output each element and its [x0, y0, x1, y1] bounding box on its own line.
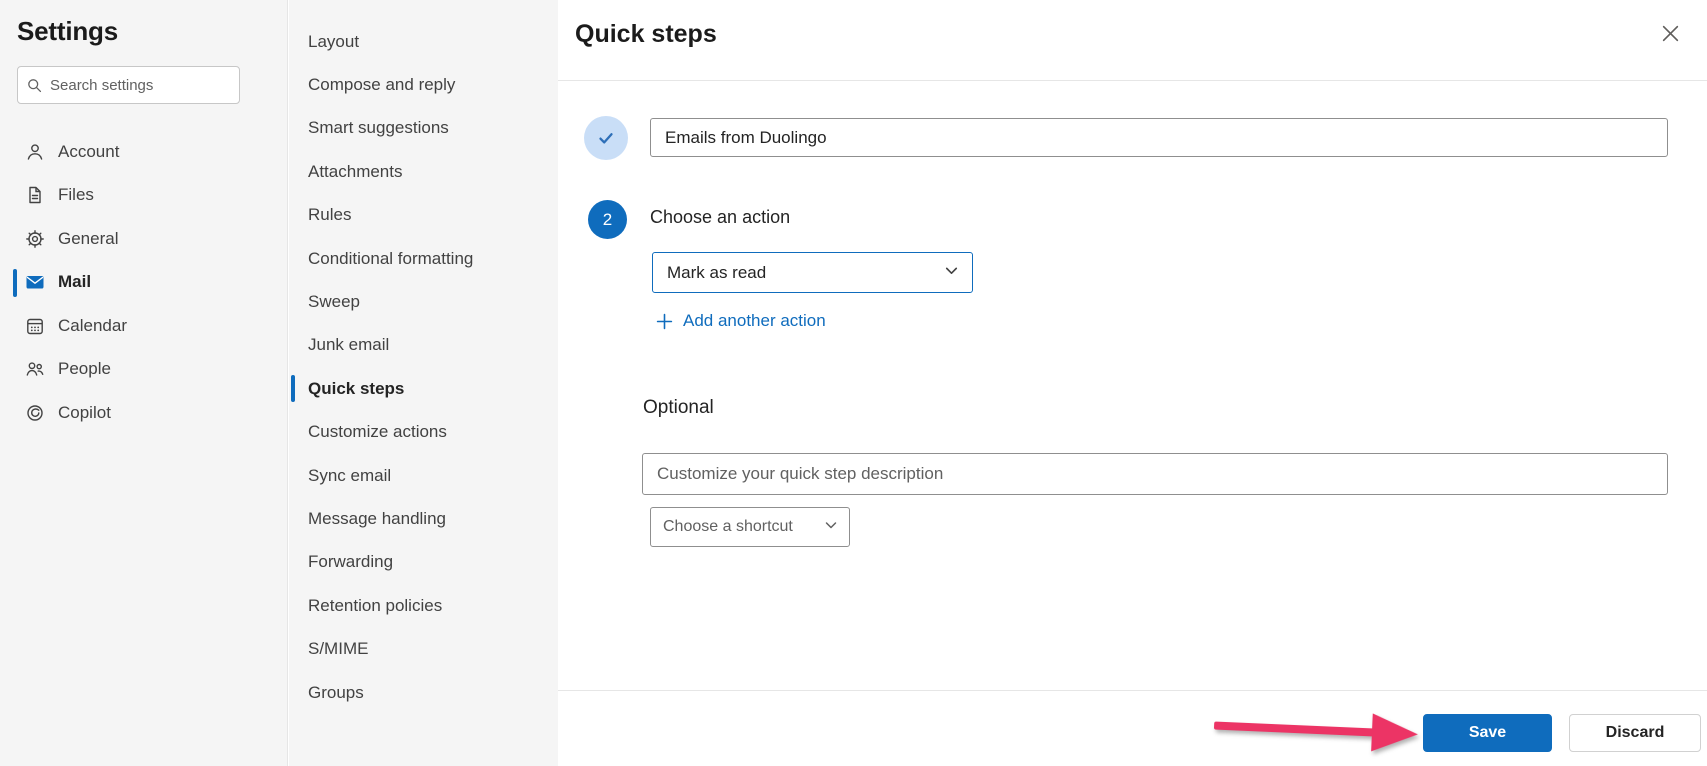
quick-step-name-input[interactable] — [650, 118, 1668, 157]
category-label: Compose and reply — [308, 75, 455, 95]
add-another-action-link[interactable]: Add another action — [656, 307, 826, 335]
category-label: Customize actions — [308, 422, 447, 442]
category-label: Junk email — [308, 335, 389, 355]
copilot-icon — [25, 403, 45, 423]
category-label: S/MIME — [308, 639, 368, 659]
sidebar-item-files[interactable]: Files — [0, 174, 287, 218]
settings-sidebar: Settings Account Files General Mail — [0, 0, 288, 766]
action-dropdown-value: Mark as read — [667, 263, 766, 283]
category-label: Retention policies — [308, 596, 442, 616]
sidebar-item-label: Files — [58, 185, 94, 205]
close-icon — [1660, 23, 1681, 44]
step2-number: 2 — [603, 210, 612, 230]
category-sync-email[interactable]: Sync email — [289, 454, 558, 497]
category-label: Sweep — [308, 292, 360, 312]
action-dropdown[interactable]: Mark as read — [652, 252, 973, 293]
category-label: Sync email — [308, 466, 391, 486]
sidebar-item-people[interactable]: People — [0, 348, 287, 392]
shortcut-dropdown[interactable]: Choose a shortcut — [650, 507, 850, 547]
add-another-action-label: Add another action — [683, 311, 826, 331]
quick-steps-panel: Quick steps 2 Choose an action Mark as r… — [558, 0, 1707, 766]
category-label: Smart suggestions — [308, 118, 449, 138]
category-label: Rules — [308, 205, 351, 225]
check-icon — [595, 127, 617, 149]
settings-dialog: Settings Account Files General Mail — [0, 0, 1707, 766]
category-rules[interactable]: Rules — [289, 194, 558, 237]
category-label: Groups — [308, 683, 364, 703]
header-divider — [558, 80, 1707, 81]
category-groups[interactable]: Groups — [289, 671, 558, 714]
sidebar-item-copilot[interactable]: Copilot — [0, 391, 287, 435]
plus-icon — [656, 313, 673, 330]
choose-action-label: Choose an action — [650, 207, 790, 228]
search-icon — [26, 77, 43, 94]
shortcut-dropdown-value: Choose a shortcut — [663, 518, 793, 536]
sidebar-item-label: Calendar — [58, 316, 127, 336]
chevron-down-icon — [943, 262, 960, 284]
category-smart-suggestions[interactable]: Smart suggestions — [289, 107, 558, 150]
gear-icon — [25, 229, 45, 249]
category-retention-policies[interactable]: Retention policies — [289, 584, 558, 627]
close-button[interactable] — [1657, 20, 1683, 46]
people-icon — [25, 359, 45, 379]
sidebar-item-label: General — [58, 229, 118, 249]
sidebar-item-mail[interactable]: Mail — [0, 261, 287, 305]
category-compose-and-reply[interactable]: Compose and reply — [289, 63, 558, 106]
category-label: Forwarding — [308, 552, 393, 572]
mail-icon — [25, 272, 45, 292]
category-smime[interactable]: S/MIME — [289, 627, 558, 670]
sidebar-item-account[interactable]: Account — [0, 130, 287, 174]
step2-number-badge: 2 — [588, 200, 627, 239]
selection-indicator — [291, 375, 295, 402]
sidebar-item-label: Mail — [58, 272, 91, 292]
selection-indicator — [13, 269, 17, 297]
category-label: Quick steps — [308, 379, 404, 399]
save-button[interactable]: Save — [1423, 714, 1552, 752]
settings-title: Settings — [17, 16, 118, 47]
step1-completed-badge — [584, 116, 628, 160]
person-icon — [25, 142, 45, 162]
sidebar-item-general[interactable]: General — [0, 217, 287, 261]
search-settings-box[interactable] — [17, 66, 240, 104]
category-sweep[interactable]: Sweep — [289, 280, 558, 323]
category-label: Message handling — [308, 509, 446, 529]
sidebar-item-label: People — [58, 359, 111, 379]
panel-title: Quick steps — [575, 20, 717, 49]
sidebar-nav: Account Files General Mail Calendar — [0, 130, 287, 435]
category-label: Conditional formatting — [308, 249, 473, 269]
search-input[interactable] — [50, 77, 231, 94]
category-customize-actions[interactable]: Customize actions — [289, 411, 558, 454]
category-list: Layout Compose and reply Smart suggestio… — [289, 20, 558, 714]
optional-heading: Optional — [643, 397, 714, 419]
file-icon — [25, 185, 45, 205]
chevron-down-icon — [823, 517, 839, 538]
discard-button[interactable]: Discard — [1569, 714, 1701, 752]
category-forwarding[interactable]: Forwarding — [289, 541, 558, 584]
category-label: Attachments — [308, 162, 403, 182]
sidebar-item-label: Copilot — [58, 403, 111, 423]
category-label: Layout — [308, 32, 359, 52]
category-junk-email[interactable]: Junk email — [289, 324, 558, 367]
sidebar-item-label: Account — [58, 142, 119, 162]
sidebar-item-calendar[interactable]: Calendar — [0, 304, 287, 348]
category-conditional-formatting[interactable]: Conditional formatting — [289, 237, 558, 280]
category-message-handling[interactable]: Message handling — [289, 497, 558, 540]
footer-divider — [558, 690, 1707, 691]
category-layout[interactable]: Layout — [289, 20, 558, 63]
calendar-icon — [25, 316, 45, 336]
description-input[interactable] — [642, 453, 1668, 495]
mail-settings-categories: Layout Compose and reply Smart suggestio… — [289, 0, 558, 766]
category-attachments[interactable]: Attachments — [289, 150, 558, 193]
category-quick-steps[interactable]: Quick steps — [289, 367, 558, 410]
